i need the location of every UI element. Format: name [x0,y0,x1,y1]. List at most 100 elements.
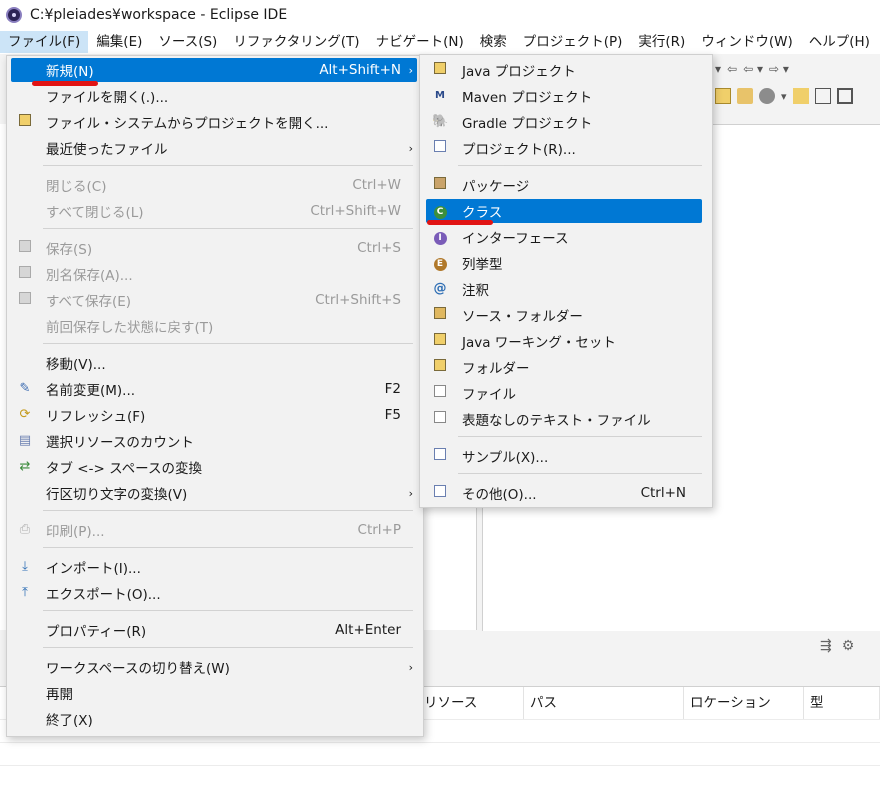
menu-item-label: 移動(V)... [46,357,106,373]
menu-help[interactable]: ヘルプ(H) [801,31,878,53]
project-icon [432,140,448,156]
open-folder-icon[interactable] [792,88,809,104]
menu-item-enum[interactable]: E 列挙型 [426,251,702,275]
menu-item-convert-tabs[interactable]: ⇄ タブ <-> スペースの変換 [11,455,417,479]
menu-item-folder[interactable]: フォルダー [426,355,702,379]
menu-item-maven-project[interactable]: M Maven プロジェクト [426,84,702,108]
run-dropdown-icon[interactable]: ▾ [781,90,787,103]
menu-item-accel: Ctrl+W [352,177,401,193]
menu-item-accel: Alt+Shift+N [319,62,401,78]
new-type-icon[interactable] [715,88,731,104]
interface-icon: I [432,229,448,245]
menu-item-other[interactable]: その他(O)... Ctrl+N [426,481,702,505]
menu-navigate[interactable]: ナビゲート(N) [368,31,472,53]
col-path[interactable]: パス [524,687,684,719]
run-icon[interactable] [759,88,775,104]
menu-item-label: 閉じる(C) [46,179,107,195]
file-menu: 新規(N) Alt+Shift+N › ファイルを開く(.)... ファイル・シ… [6,55,424,737]
menu-item-untitled-text-file[interactable]: 表題なしのテキスト・ファイル [426,407,702,431]
menu-item-open-file[interactable]: ファイルを開く(.)... [11,84,417,108]
menu-item-label: 表題なしのテキスト・ファイル [462,413,651,429]
menu-item-label: Java プロジェクト [462,64,576,80]
menu-item-label: フォルダー [462,361,530,377]
menu-item-sample[interactable]: サンプル(X)... [426,444,702,468]
menu-item-new[interactable]: 新規(N) Alt+Shift+N › [11,58,417,82]
menu-item-label: すべて閉じる(L) [46,205,144,221]
menu-item-gradle-project[interactable]: 🐘 Gradle プロジェクト [426,110,702,134]
new-submenu: Java プロジェクト M Maven プロジェクト 🐘 Gradle プロジェ… [419,54,713,508]
menu-item-properties[interactable]: プロパティー(R) Alt+Enter [11,618,417,642]
col-location[interactable]: ロケーション [684,687,804,719]
forward-icon[interactable]: ⇨ ▾ [769,62,789,76]
view-menu-icon[interactable]: ⚙ [842,638,855,654]
text-file-icon [432,411,448,427]
menu-item-recent-files[interactable]: 最近使ったファイル › [11,136,417,160]
menu-item-source-folder[interactable]: ソース・フォルダー [426,303,702,327]
menu-item-package[interactable]: パッケージ [426,173,702,197]
menu-separator [458,473,702,474]
sample-icon [432,448,448,464]
menu-item-project[interactable]: プロジェクト(R)... [426,136,702,160]
minimize-icon[interactable] [814,88,831,104]
menu-file[interactable]: ファイル(F) [0,31,89,53]
menu-item-refresh[interactable]: ⟳ リフレッシュ(F) F5 [11,403,417,427]
menu-item-label: 保存(S) [46,242,93,258]
menu-item-move[interactable]: 移動(V)... [11,351,417,375]
menu-source[interactable]: ソース(S) [150,31,225,53]
menu-item-file[interactable]: ファイル [426,381,702,405]
menu-item-label: Java ワーキング・セット [462,335,616,351]
maven-icon: M [435,90,445,101]
menu-item-label: ファイルを開く(.)... [46,90,169,106]
menu-item-java-project[interactable]: Java プロジェクト [426,58,702,82]
back-icon[interactable]: ⇦ ▾ [743,62,763,76]
menu-run[interactable]: 実行(R) [630,31,693,53]
menu-edit[interactable]: 編集(E) [88,31,150,53]
menu-item-restart[interactable]: 再開 [11,681,417,705]
red-underline-mark [32,81,98,86]
menu-item-open-projects[interactable]: ファイル・システムからプロジェクトを開く... [11,110,417,134]
menu-item-close-all[interactable]: すべて閉じる(L) Ctrl+Shift+W [11,199,417,223]
dropdown-icon[interactable]: ▾ [715,62,721,76]
menu-item-export[interactable]: ⤒ エクスポート(O)... [11,581,417,605]
menu-window[interactable]: ウィンドウ(W) [693,31,800,53]
menu-item-save-as[interactable]: 別名保存(A)... [11,262,417,286]
menu-item-label: 選択リソースのカウント [46,435,194,451]
menu-item-label: ソース・フォルダー [462,309,583,325]
menu-item-java-working-set[interactable]: Java ワーキング・セット [426,329,702,353]
menu-item-import[interactable]: ⤓ インポート(I)... [11,555,417,579]
menu-item-label: 最近使ったファイル [46,142,168,158]
menu-item-annotation[interactable]: @ 注釈 [426,277,702,301]
rename-icon: ✎ [19,381,31,396]
chevron-right-icon: › [408,63,413,77]
menu-item-rename[interactable]: ✎ 名前変更(M)... F2 [11,377,417,401]
menu-search[interactable]: 検索 [472,31,515,53]
filter-icon[interactable]: ⇶ [820,638,832,654]
menu-refactor[interactable]: リファクタリング(T) [225,31,367,53]
menu-item-accel: Alt+Enter [335,622,401,638]
save-as-icon [17,266,33,282]
menu-separator [458,436,702,437]
menu-project[interactable]: プロジェクト(P) [515,31,631,53]
menu-item-convert-line-delimiters[interactable]: 行区切り文字の変換(V) › [11,481,417,505]
table-row [0,765,880,789]
col-type[interactable]: 型 [804,687,880,719]
convert-icon: ⇄ [19,459,31,474]
menu-item-exit[interactable]: 終了(X) [11,707,417,731]
menu-item-revert[interactable]: 前回保存した状態に戻す(T) [11,314,417,338]
menu-item-close[interactable]: 閉じる(C) Ctrl+W [11,173,417,197]
menu-item-switch-workspace[interactable]: ワークスペースの切り替え(W) › [11,655,417,679]
menu-item-count-resources[interactable]: ▤ 選択リソースのカウント [11,429,417,453]
menu-separator [43,510,413,511]
export-icon: ⤒ [22,585,28,600]
menu-item-label: サンプル(X)... [462,450,549,466]
menu-item-label: 再開 [46,687,73,703]
last-edit-icon[interactable]: ⇦ [727,62,737,76]
maximize-icon[interactable] [836,88,853,104]
open-type-icon[interactable] [737,88,753,104]
menu-separator [43,610,413,611]
menu-item-save[interactable]: 保存(S) Ctrl+S [11,236,417,260]
col-resource[interactable]: リソース [418,687,524,719]
menu-item-print[interactable]: ⎙ 印刷(P)... Ctrl+P [11,518,417,542]
menu-item-save-all[interactable]: すべて保存(E) Ctrl+Shift+S [11,288,417,312]
menu-item-interface[interactable]: I インターフェース [426,225,702,249]
